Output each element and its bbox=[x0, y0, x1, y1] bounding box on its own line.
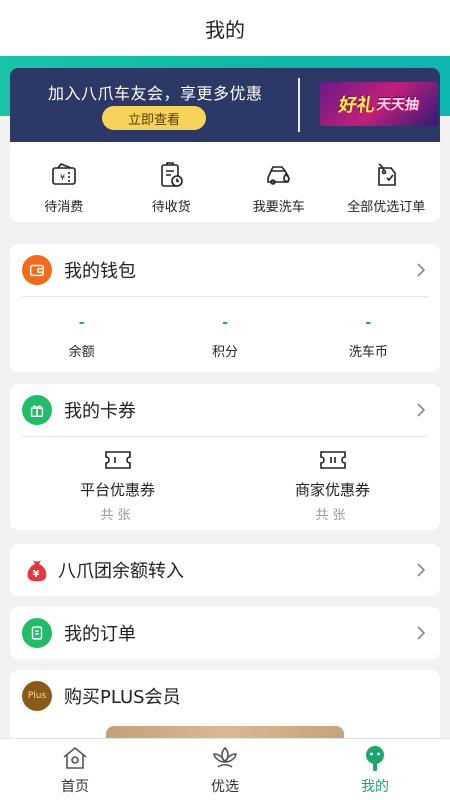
wallet-icon bbox=[22, 255, 52, 285]
order-label: 待消费 bbox=[44, 200, 84, 215]
stat-value: - bbox=[365, 315, 372, 331]
tab-home[interactable]: 首页 bbox=[0, 739, 150, 800]
svg-text:¥: ¥ bbox=[60, 173, 65, 182]
order-pending-receipt[interactable]: 待收货 bbox=[118, 142, 226, 222]
car-wash-icon bbox=[266, 166, 290, 185]
tab-label: 首页 bbox=[61, 779, 89, 795]
wallet-header[interactable]: 我的钱包 bbox=[10, 244, 440, 296]
plus-badge-text: Plus bbox=[27, 691, 47, 701]
order-car-wash[interactable]: 我要洗车 bbox=[225, 142, 333, 222]
wallet-wash-coins[interactable]: - 洗车币 bbox=[297, 297, 440, 372]
stat-label: 余额 bbox=[68, 345, 95, 360]
my-orders-row[interactable]: 我的订单 bbox=[10, 607, 440, 659]
coupons-title: 我的卡券 bbox=[64, 401, 136, 422]
order-label: 待收货 bbox=[151, 200, 191, 215]
delivery-clock-icon bbox=[161, 162, 184, 187]
my-orders-title: 我的订单 bbox=[64, 624, 136, 645]
balance-transfer-row[interactable]: ¥ 八爪团余额转入 bbox=[10, 544, 440, 596]
promo-main-text: 好礼 bbox=[337, 95, 377, 116]
top-bar: 我的 bbox=[0, 0, 450, 56]
tab-mine[interactable]: 我的 bbox=[300, 739, 450, 800]
coupons-header[interactable]: 我的卡券 bbox=[10, 384, 440, 436]
user-icon bbox=[366, 746, 384, 771]
promo-sub-text: 天天抽 bbox=[375, 97, 420, 113]
money-bag-icon: ¥ bbox=[22, 555, 52, 585]
chevron-right-icon bbox=[417, 263, 426, 277]
wallet-stats: - 余额 - 积分 - 洗车币 bbox=[10, 297, 440, 372]
home-icon bbox=[63, 746, 87, 769]
view-now-button[interactable]: 立即查看 bbox=[102, 106, 206, 130]
order-all-selected[interactable]: 全部优选订单 bbox=[333, 142, 441, 222]
merchant-coupons[interactable]: 商家优惠券 共张 bbox=[225, 437, 440, 530]
banner-text: 加入八爪车友会，享更多优惠 bbox=[48, 84, 263, 103]
plus-title: 购买PLUS会员 bbox=[64, 687, 181, 708]
chevron-right-icon bbox=[417, 626, 426, 640]
stat-value: - bbox=[78, 315, 85, 331]
order-label: 我要洗车 bbox=[252, 200, 305, 215]
wallet-balance[interactable]: - 余额 bbox=[10, 297, 153, 372]
wallet-card: 我的钱包 - 余额 - 积分 - 洗车币 bbox=[10, 244, 440, 372]
daily-lottery-promo[interactable]: 好礼 天天抽 bbox=[320, 82, 438, 126]
gift-icon bbox=[22, 395, 52, 425]
coupon-types: 平台优惠券 共张 商家优惠券 共张 bbox=[10, 437, 440, 530]
tab-label: 我的 bbox=[361, 779, 389, 795]
order-tag-icon bbox=[378, 163, 397, 186]
coupon-label: 商家优惠券 bbox=[294, 481, 370, 499]
plus-badge-icon: Plus bbox=[22, 681, 52, 711]
ticket-icon bbox=[319, 451, 346, 469]
order-list-icon bbox=[22, 618, 52, 648]
stat-value: - bbox=[222, 315, 228, 331]
coupon-count: 共张 bbox=[100, 508, 135, 523]
wallet-title: 我的钱包 bbox=[64, 261, 136, 282]
transfer-title: 八爪团余额转入 bbox=[58, 561, 184, 582]
svg-text:¥: ¥ bbox=[33, 569, 40, 580]
wallet-points[interactable]: - 积分 bbox=[153, 297, 296, 372]
ticket-icon bbox=[104, 451, 131, 469]
platform-coupons[interactable]: 平台优惠券 共张 bbox=[10, 437, 225, 530]
voucher-icon: ¥ bbox=[51, 163, 76, 185]
tab-selected[interactable]: 优选 bbox=[150, 739, 300, 800]
chevron-right-icon bbox=[417, 403, 426, 417]
chevron-right-icon bbox=[417, 563, 426, 577]
coupon-label: 平台优惠券 bbox=[79, 481, 155, 499]
lotus-icon bbox=[213, 746, 237, 768]
membership-banner[interactable]: 加入八爪车友会，享更多优惠 立即查看 好礼 天天抽 bbox=[10, 68, 440, 142]
tab-label: 优选 bbox=[211, 779, 239, 795]
stat-label: 洗车币 bbox=[348, 345, 388, 360]
page-title: 我的 bbox=[205, 17, 245, 42]
order-label: 全部优选订单 bbox=[347, 200, 426, 215]
order-shortcuts: ¥ 待消费 待收货 我要洗车 全部优选订单 bbox=[10, 142, 440, 222]
coupons-card: 我的卡券 平台优惠券 共张 商家优惠券 共张 bbox=[10, 384, 440, 530]
bottom-tab-bar: 首页 优选 我的 bbox=[0, 738, 450, 800]
order-pending-use[interactable]: ¥ 待消费 bbox=[10, 142, 118, 222]
banner-divider bbox=[298, 78, 300, 132]
stat-label: 积分 bbox=[211, 345, 238, 360]
coupon-count: 共张 bbox=[315, 508, 350, 523]
